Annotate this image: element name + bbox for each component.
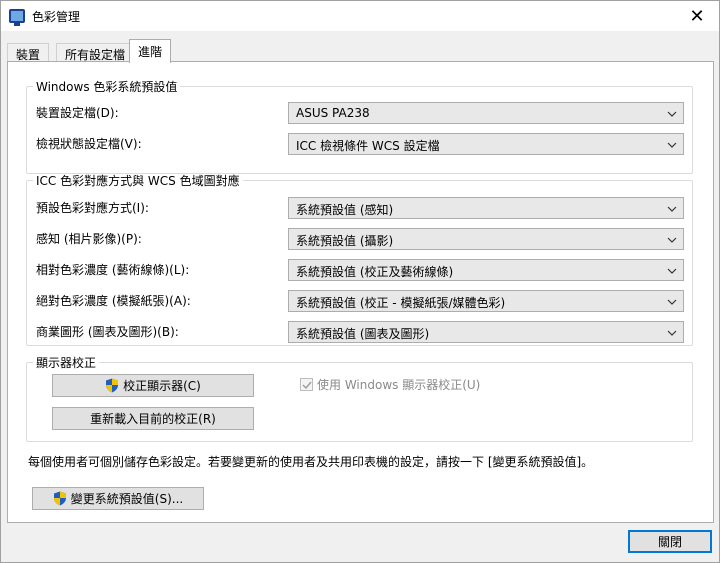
tab-devices[interactable]: 裝置 [7, 43, 50, 62]
chevron-down-icon [667, 111, 677, 117]
advanced-tab-panel: Windows 色彩系統預設值 裝置設定檔(D): ASUS PA238 檢視狀… [7, 61, 714, 523]
uac-shield-icon [53, 491, 66, 506]
close-button-label: 關閉 [657, 535, 682, 549]
viewing-conditions-value: ICC 檢視條件 WCS 設定檔 [296, 139, 440, 153]
change-system-defaults-label: 變更系統預設值(S)... [70, 492, 184, 506]
perceptual-intent-value: 系統預設值 (攝影) [296, 234, 394, 248]
dialog-footer [1, 523, 719, 562]
window-title: 色彩管理 [32, 10, 81, 24]
perceptual-intent-label: 感知 (相片影像)(P): [36, 232, 142, 246]
default-intent-select[interactable]: 系統預設值 (感知) [288, 197, 684, 219]
calibrate-display-label: 校正顯示器(C) [123, 379, 201, 393]
default-intent-value: 系統預設值 (感知) [296, 203, 394, 217]
use-windows-calibration-row: 使用 Windows 顯示器校正(U) [300, 376, 480, 393]
absolute-colorimetric-select[interactable]: 系統預設值 (校正 - 模擬紙張/媒體色彩) [288, 290, 684, 312]
business-graphics-select[interactable]: 系統預設值 (圖表及圖形) [288, 321, 684, 343]
use-windows-calibration-label: 使用 Windows 顯示器校正(U) [317, 378, 481, 392]
relative-colorimetric-value: 系統預設值 (校正及藝術線條) [296, 265, 454, 279]
business-graphics-label: 商業圖形 (圖表及圖形)(B): [36, 325, 179, 339]
title-bar: 色彩管理 ✕ [1, 1, 719, 31]
tab-advanced[interactable]: 進階 [129, 39, 172, 63]
calibrate-display-button[interactable]: 校正顯示器(C) [52, 374, 254, 397]
rendering-intent-legend: ICC 色彩對應方式與 WCS 色域圖對應 [36, 174, 240, 188]
display-calibration-legend: 顯示器校正 [36, 356, 97, 370]
wcs-defaults-group: Windows 色彩系統預設值 [26, 78, 693, 174]
close-button[interactable]: 關閉 [628, 530, 712, 553]
use-windows-calibration-checkbox[interactable] [300, 378, 313, 391]
perceptual-intent-select[interactable]: 系統預設值 (攝影) [288, 228, 684, 250]
business-graphics-value: 系統預設值 (圖表及圖形) [296, 327, 430, 341]
chevron-down-icon [667, 268, 677, 274]
relative-colorimetric-label: 相對色彩濃度 (藝術線條)(L): [36, 263, 190, 277]
chevron-down-icon [667, 206, 677, 212]
absolute-colorimetric-label: 絕對色彩濃度 (模擬紙張)(A): [36, 294, 191, 308]
checkmark-icon [302, 381, 312, 390]
change-system-defaults-button[interactable]: 變更系統預設值(S)... [32, 487, 204, 510]
reload-calibration-label: 重新載入目前的校正(R) [90, 412, 216, 426]
uac-shield-icon [106, 378, 119, 393]
viewing-conditions-select[interactable]: ICC 檢視條件 WCS 設定檔 [288, 133, 684, 155]
info-text: 每個使用者可個別儲存色彩設定。若要變更新的使用者及共用印表機的設定，請按一下 [… [28, 455, 594, 469]
chevron-down-icon [667, 142, 677, 148]
color-management-window: 色彩管理 ✕ 裝置 所有設定檔 進階 Windows 色彩系統預設值 裝置設定檔… [0, 0, 720, 563]
chevron-down-icon [667, 299, 677, 305]
wcs-defaults-legend: Windows 色彩系統預設值 [36, 80, 178, 94]
device-profile-select[interactable]: ASUS PA238 [288, 102, 684, 124]
window-close-button[interactable]: ✕ [675, 1, 719, 31]
default-intent-label: 預設色彩對應方式(I): [36, 201, 149, 215]
chevron-down-icon [667, 237, 677, 243]
viewing-conditions-label: 檢視狀態設定檔(V): [36, 137, 142, 151]
device-profile-value: ASUS PA238 [296, 106, 370, 120]
chevron-down-icon [667, 330, 677, 336]
relative-colorimetric-select[interactable]: 系統預設值 (校正及藝術線條) [288, 259, 684, 281]
tab-all-profiles[interactable]: 所有設定檔 [56, 43, 135, 62]
absolute-colorimetric-value: 系統預設值 (校正 - 模擬紙張/媒體色彩) [296, 296, 506, 310]
reload-calibration-button[interactable]: 重新載入目前的校正(R) [52, 407, 254, 430]
monitor-icon [9, 9, 25, 26]
device-profile-label: 裝置設定檔(D): [36, 106, 119, 120]
